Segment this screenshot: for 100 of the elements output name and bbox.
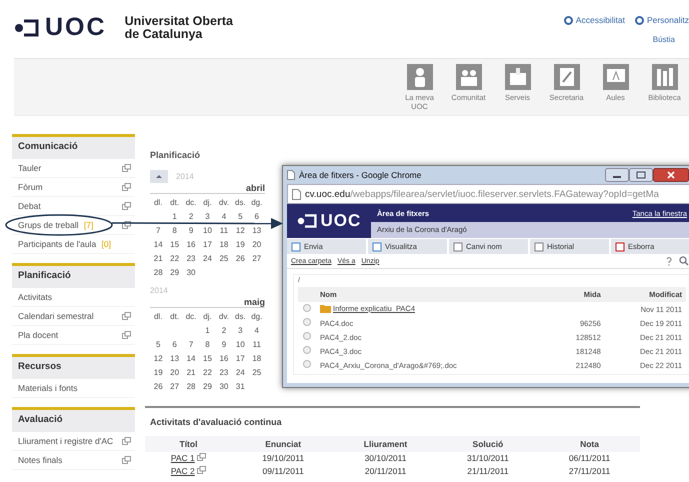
radio-button[interactable] (303, 304, 311, 312)
day-cell[interactable]: 22 (166, 253, 183, 264)
day-cell[interactable]: 30 (182, 267, 200, 278)
sidebar-item[interactable]: Notes finals (12, 451, 135, 470)
minimize-button[interactable] (605, 168, 629, 182)
day-cell[interactable]: 15 (199, 353, 216, 364)
day-cell[interactable]: 9 (182, 225, 200, 236)
day-cell[interactable]: 29 (199, 381, 216, 392)
sidebar-item[interactable]: Debat (12, 197, 135, 216)
books-icon (652, 64, 678, 90)
day-cell[interactable]: 29 (166, 267, 183, 278)
day-cell[interactable]: 14 (150, 239, 166, 250)
search-icon[interactable] (679, 256, 689, 266)
date-cell: 06/11/2011 (539, 452, 640, 465)
day-cell[interactable]: 12 (150, 353, 166, 364)
day-cell[interactable]: 16 (216, 353, 232, 364)
day-cell[interactable]: 23 (216, 367, 232, 378)
day-cell[interactable]: 20 (166, 367, 183, 378)
day-cell[interactable]: 6 (166, 339, 183, 350)
day-cell[interactable]: 31 (232, 381, 249, 392)
day-cell[interactable]: 13 (248, 225, 265, 236)
day-cell[interactable]: 26 (150, 381, 166, 392)
day-cell[interactable]: 10 (199, 225, 216, 236)
sidebar-item[interactable]: Tauler (12, 159, 135, 178)
day-cell[interactable]: 15 (166, 239, 183, 250)
day-cell[interactable]: 16 (182, 239, 200, 250)
date-cell-text: 20/11/2011 (364, 465, 408, 478)
day-cell[interactable]: 30 (216, 381, 232, 392)
radio-button[interactable] (303, 360, 311, 368)
sidebar-item[interactable]: Fòrum (12, 178, 135, 197)
top-link[interactable]: Personalitz (634, 15, 689, 25)
day-cell[interactable]: 5 (150, 339, 166, 350)
day-cell[interactable]: 1 (199, 325, 216, 336)
top-link[interactable]: Accessibilitat (564, 15, 625, 25)
day-cell[interactable]: 4 (216, 211, 232, 222)
day-cell[interactable]: 25 (248, 367, 265, 378)
date-cell-text: 21/11/2011 (466, 465, 510, 478)
column-header: Lliurament (334, 436, 437, 452)
up-arrow-button[interactable] (150, 170, 168, 183)
day-cell[interactable]: 2 (182, 211, 200, 222)
day-cell[interactable]: 13 (166, 353, 183, 364)
day-cell[interactable]: 1 (166, 211, 183, 222)
day-cell[interactable]: 22 (199, 367, 216, 378)
day-cell[interactable]: 28 (150, 267, 166, 278)
day-cell[interactable]: 4 (248, 325, 265, 336)
close-button[interactable] (653, 168, 689, 182)
weekday-label: dj. (202, 197, 213, 208)
day-cell[interactable]: 11 (216, 225, 232, 236)
sidebar-item[interactable]: Materials i fonts (12, 379, 135, 398)
day-cell[interactable]: 14 (182, 353, 200, 364)
new-window-icon[interactable] (122, 221, 131, 229)
day-cell[interactable]: 2 (216, 325, 232, 336)
sidebar-item[interactable]: Grups de treball [7] (12, 216, 135, 235)
sidebar-item[interactable]: Activitats (12, 288, 135, 307)
day-cell[interactable]: 24 (199, 253, 216, 264)
day-cell[interactable]: 20 (248, 239, 265, 250)
radio-button[interactable] (303, 318, 311, 326)
sidebar-item[interactable]: Pla docent (12, 326, 135, 345)
day-cell[interactable]: 7 (150, 225, 166, 236)
day-cell[interactable]: 18 (248, 353, 265, 364)
sidebar-item[interactable]: Calendari semestral (12, 307, 135, 326)
address-bar[interactable]: cv.uoc.edu/webapps/filearea/servlet/iuoc.fileserver.servlets.FAGateway?opId=getMa (287, 184, 689, 204)
day-cell[interactable]: 19 (232, 239, 249, 250)
radio-button[interactable] (303, 346, 311, 354)
day-cell[interactable]: 19 (150, 367, 166, 378)
day-cell[interactable]: 12 (232, 225, 249, 236)
radio-button[interactable] (303, 332, 311, 340)
day-cell[interactable]: 8 (199, 339, 216, 350)
day-cell[interactable]: 5 (232, 211, 249, 222)
day-cell[interactable]: 7 (182, 339, 200, 350)
day-cell[interactable]: 6 (248, 211, 265, 222)
activity-link[interactable]: PAC 2 (170, 466, 195, 476)
day-cell[interactable]: 8 (166, 225, 183, 236)
activity-link[interactable]: PAC 1 (170, 453, 195, 463)
section-title: Planificació (12, 266, 135, 288)
day-cell[interactable]: 10 (232, 339, 249, 350)
day-cell[interactable]: 9 (216, 339, 232, 350)
sidebar-item[interactable]: Lliurament i registre d'AC (12, 432, 135, 451)
day-cell[interactable]: 21 (182, 367, 200, 378)
day-cell[interactable]: 3 (199, 211, 216, 222)
help-icon[interactable] (665, 256, 673, 266)
day-cell[interactable]: 26 (232, 253, 249, 264)
day-cell[interactable]: 24 (232, 367, 249, 378)
day-cell[interactable]: 3 (232, 325, 249, 336)
day-cell[interactable]: 28 (182, 381, 200, 392)
day-cell[interactable]: 27 (166, 381, 183, 392)
date-cell: 19/10/2011 (232, 452, 334, 465)
day-cell[interactable]: 25 (216, 253, 232, 264)
maximize-button[interactable] (629, 168, 653, 182)
day-cell[interactable]: 23 (182, 253, 200, 264)
sidebar-item[interactable]: Participants de l'aula [0] (12, 235, 135, 254)
day-cell[interactable]: 21 (150, 253, 166, 264)
day-cell[interactable]: 17 (232, 353, 249, 364)
day-cell[interactable]: 11 (248, 339, 265, 350)
day-cell[interactable]: 18 (216, 239, 232, 250)
date-cell: 30/10/2011 (334, 452, 437, 465)
mailbox-link[interactable]: Bústia (652, 35, 675, 44)
day-cell[interactable]: 27 (248, 253, 265, 264)
day-cell[interactable]: 17 (199, 239, 216, 250)
item-label: Notes finals (18, 455, 62, 465)
